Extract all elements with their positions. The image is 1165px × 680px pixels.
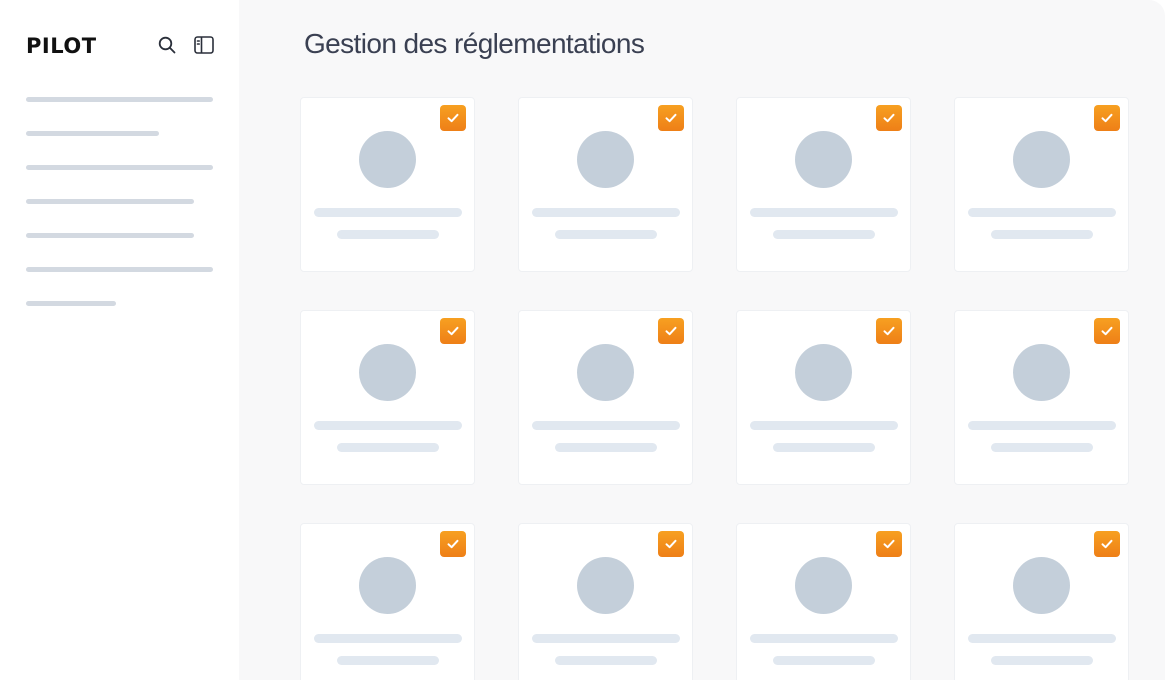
sidebar-item-placeholder[interactable]	[26, 233, 194, 238]
subtitle-placeholder	[773, 443, 875, 452]
sidebar-item-placeholder[interactable]	[26, 199, 194, 204]
title-placeholder	[968, 634, 1116, 643]
subtitle-placeholder	[991, 230, 1093, 239]
search-icon[interactable]	[157, 35, 177, 55]
regulation-card[interactable]	[518, 523, 693, 680]
sidebar-nav	[26, 97, 213, 335]
subtitle-placeholder	[555, 443, 657, 452]
checkbox-checked[interactable]	[658, 105, 684, 131]
regulation-card[interactable]	[300, 97, 475, 272]
avatar-placeholder	[577, 557, 634, 614]
regulation-card[interactable]	[736, 523, 911, 680]
checkbox-checked[interactable]	[876, 318, 902, 344]
check-icon	[665, 539, 677, 549]
subtitle-placeholder	[555, 230, 657, 239]
avatar-placeholder	[1013, 557, 1070, 614]
avatar-placeholder	[795, 557, 852, 614]
app-logo: PILOT	[26, 34, 97, 58]
check-icon	[447, 326, 459, 336]
checkbox-checked[interactable]	[876, 531, 902, 557]
avatar-placeholder	[795, 131, 852, 188]
avatar-placeholder	[577, 344, 634, 401]
title-placeholder	[314, 421, 462, 430]
sidebar-item-placeholder[interactable]	[26, 97, 213, 102]
subtitle-placeholder	[337, 443, 439, 452]
sidebar: PILOT	[0, 0, 239, 680]
title-placeholder	[532, 634, 680, 643]
app-root: PILOT Gestion des réglementations	[0, 0, 1165, 680]
avatar-placeholder	[1013, 131, 1070, 188]
avatar-placeholder	[1013, 344, 1070, 401]
checkbox-checked[interactable]	[1094, 531, 1120, 557]
check-icon	[883, 539, 895, 549]
check-icon	[1101, 326, 1113, 336]
checkbox-checked[interactable]	[658, 531, 684, 557]
title-placeholder	[968, 421, 1116, 430]
main-content: Gestion des réglementations	[239, 0, 1165, 680]
checkbox-checked[interactable]	[440, 105, 466, 131]
subtitle-placeholder	[337, 656, 439, 665]
sidebar-toggle-icon[interactable]	[194, 35, 214, 55]
check-icon	[665, 326, 677, 336]
check-icon	[447, 539, 459, 549]
title-placeholder	[968, 208, 1116, 217]
regulation-card[interactable]	[300, 310, 475, 485]
title-placeholder	[750, 634, 898, 643]
checkbox-checked[interactable]	[440, 531, 466, 557]
check-icon	[665, 113, 677, 123]
title-placeholder	[750, 208, 898, 217]
regulation-card[interactable]	[954, 310, 1129, 485]
check-icon	[1101, 113, 1113, 123]
sidebar-item-placeholder[interactable]	[26, 267, 213, 272]
title-placeholder	[314, 634, 462, 643]
sidebar-item-placeholder[interactable]	[26, 301, 116, 306]
avatar-placeholder	[577, 131, 634, 188]
subtitle-placeholder	[773, 656, 875, 665]
title-placeholder	[532, 208, 680, 217]
page-title: Gestion des réglementations	[304, 28, 645, 59]
checkbox-checked[interactable]	[1094, 105, 1120, 131]
subtitle-placeholder	[337, 230, 439, 239]
regulation-card[interactable]	[736, 97, 911, 272]
subtitle-placeholder	[991, 656, 1093, 665]
checkbox-checked[interactable]	[440, 318, 466, 344]
checkbox-checked[interactable]	[1094, 318, 1120, 344]
card-grid	[300, 97, 1129, 680]
check-icon	[1101, 539, 1113, 549]
title-placeholder	[750, 421, 898, 430]
regulation-card[interactable]	[954, 97, 1129, 272]
regulation-card[interactable]	[954, 523, 1129, 680]
avatar-placeholder	[359, 344, 416, 401]
regulation-card[interactable]	[518, 97, 693, 272]
subtitle-placeholder	[773, 230, 875, 239]
checkbox-checked[interactable]	[876, 105, 902, 131]
title-placeholder	[532, 421, 680, 430]
sidebar-item-placeholder[interactable]	[26, 165, 213, 170]
regulation-card[interactable]	[736, 310, 911, 485]
title-placeholder	[314, 208, 462, 217]
avatar-placeholder	[359, 131, 416, 188]
checkbox-checked[interactable]	[658, 318, 684, 344]
subtitle-placeholder	[555, 656, 657, 665]
check-icon	[883, 113, 895, 123]
avatar-placeholder	[359, 557, 416, 614]
check-icon	[883, 326, 895, 336]
avatar-placeholder	[795, 344, 852, 401]
regulation-card[interactable]	[518, 310, 693, 485]
subtitle-placeholder	[991, 443, 1093, 452]
sidebar-item-placeholder[interactable]	[26, 131, 159, 136]
regulation-card[interactable]	[300, 523, 475, 680]
check-icon	[447, 113, 459, 123]
